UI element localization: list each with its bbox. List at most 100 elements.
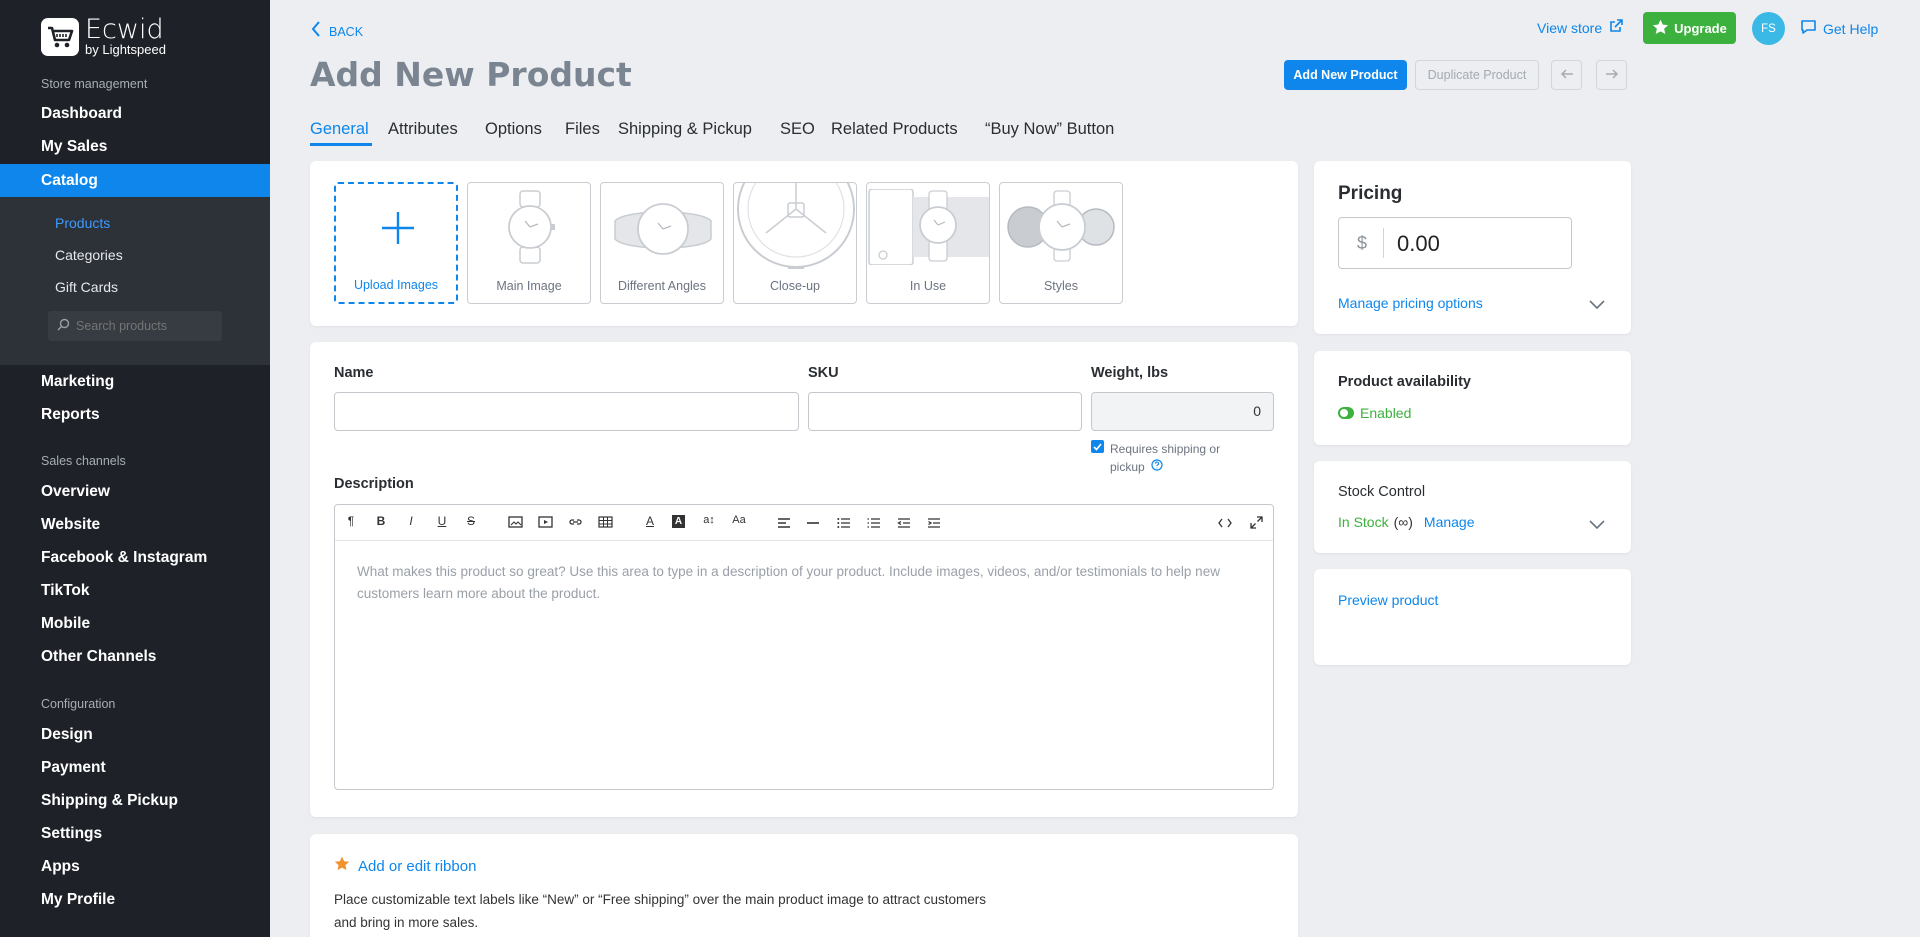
image-slot-styles[interactable]: Styles — [999, 182, 1123, 304]
tab-shipping-pickup[interactable]: Shipping & Pickup — [618, 120, 752, 139]
sidebar-item-payment[interactable]: Payment — [41, 759, 106, 777]
upgrade-label: Upgrade — [1674, 20, 1727, 36]
sidebar-item-products[interactable]: Products — [55, 215, 110, 231]
name-label: Name — [334, 365, 374, 381]
sidebar-item-overview[interactable]: Overview — [41, 483, 110, 501]
stock-chevron-down-icon[interactable] — [1589, 517, 1605, 535]
underline-icon[interactable]: U — [434, 514, 450, 528]
sidebar-item-design[interactable]: Design — [41, 726, 93, 744]
name-input[interactable] — [334, 392, 799, 431]
text-color-icon[interactable]: A — [642, 514, 658, 528]
requires-shipping-checkbox[interactable] — [1091, 440, 1104, 453]
sidebar-item-other-channels[interactable]: Other Channels — [41, 648, 156, 666]
requires-shipping-line1: Requires shipping or — [1110, 442, 1221, 456]
image-icon[interactable] — [507, 516, 523, 531]
sidebar-item-my-profile[interactable]: My Profile — [41, 891, 115, 909]
sidebar-item-reports[interactable]: Reports — [41, 406, 100, 424]
search-products-input[interactable] — [76, 319, 216, 333]
sidebar-item-settings[interactable]: Settings — [41, 825, 102, 843]
active-tab-indicator — [310, 143, 372, 146]
view-store-link[interactable]: View store — [1537, 19, 1623, 36]
weight-input[interactable]: 0 — [1091, 392, 1274, 431]
tab-files[interactable]: Files — [565, 120, 600, 139]
preview-product-link[interactable]: Preview product — [1338, 592, 1438, 608]
sku-input[interactable] — [808, 392, 1082, 431]
strikethrough-icon[interactable]: S — [463, 514, 479, 528]
sidebar-item-categories[interactable]: Categories — [55, 247, 123, 263]
italic-icon[interactable]: I — [403, 514, 419, 528]
duplicate-product-button[interactable]: Duplicate Product — [1415, 60, 1539, 90]
add-new-product-button[interactable]: Add New Product — [1284, 60, 1407, 90]
view-store-label: View store — [1537, 19, 1603, 36]
check-icon — [1093, 438, 1102, 456]
text-case-icon[interactable]: Aa — [731, 514, 747, 526]
sidebar-search[interactable] — [48, 311, 222, 341]
numbered-list-icon[interactable] — [866, 517, 882, 531]
font-size-icon[interactable]: a↕ — [701, 514, 717, 526]
sidebar-item-website[interactable]: Website — [41, 516, 100, 534]
outdent-icon[interactable] — [896, 517, 912, 531]
bulleted-list-icon[interactable] — [836, 517, 852, 531]
sidebar-item-shipping-pickup[interactable]: Shipping & Pickup — [41, 792, 178, 810]
upgrade-button[interactable]: Upgrade — [1643, 12, 1736, 44]
ribbon-text-line2: and bring in more sales. — [334, 915, 479, 930]
requires-shipping-line2: pickup — [1110, 460, 1145, 474]
link-icon[interactable] — [567, 516, 583, 531]
sidebar-item-tiktok[interactable]: TikTok — [41, 582, 90, 600]
fullscreen-icon[interactable] — [1248, 516, 1264, 532]
description-input[interactable]: What makes this product so great? Use th… — [357, 561, 1237, 605]
ecwid-logo[interactable]: Ecwid by Lightspeed — [41, 16, 166, 57]
manage-pricing-link[interactable]: Manage pricing options — [1338, 295, 1483, 311]
sidebar-item-apps[interactable]: Apps — [41, 858, 80, 876]
prev-product-button[interactable] — [1551, 60, 1582, 90]
sidebar-item-dashboard[interactable]: Dashboard — [41, 105, 122, 123]
bold-icon[interactable]: B — [373, 514, 389, 528]
preview-card — [1314, 569, 1631, 665]
get-help-link[interactable]: Get Help — [1800, 19, 1878, 38]
table-icon[interactable] — [597, 516, 613, 531]
paragraph-icon[interactable]: ¶ — [343, 514, 359, 528]
image-slot-main[interactable]: Main Image — [467, 182, 591, 304]
tab-seo[interactable]: SEO — [780, 120, 815, 139]
arrow-left-icon — [1560, 66, 1574, 84]
sidebar-item-facebook-instagram[interactable]: Facebook & Instagram — [41, 549, 207, 567]
back-link[interactable]: BACK — [311, 21, 363, 42]
code-view-icon[interactable] — [1217, 517, 1233, 531]
horizontal-rule-icon[interactable] — [805, 517, 821, 531]
section-sales-channels: Sales channels — [41, 454, 126, 468]
availability-toggle[interactable]: Enabled — [1338, 405, 1411, 421]
add-ribbon-link[interactable]: Add or edit ribbon — [334, 856, 476, 876]
stock-status: In Stock — [1338, 514, 1389, 530]
sidebar-item-marketing[interactable]: Marketing — [41, 373, 114, 391]
avatar[interactable]: FS — [1752, 12, 1785, 45]
description-editor: What makes this product so great? Use th… — [334, 504, 1274, 790]
price-input[interactable]: $ 0.00 — [1338, 217, 1572, 269]
tab-options[interactable]: Options — [485, 120, 542, 139]
image-slot-angles[interactable]: Different Angles — [600, 182, 724, 304]
stock-title: Stock Control — [1338, 484, 1426, 500]
background-color-icon[interactable]: A — [672, 515, 685, 528]
ribbon-star-icon — [334, 856, 350, 876]
indent-icon[interactable] — [926, 517, 942, 531]
tab-buy-now-button[interactable]: “Buy Now” Button — [985, 120, 1114, 139]
video-icon[interactable] — [537, 516, 553, 531]
image-slot-closeup[interactable]: Close-up — [733, 182, 857, 304]
image-slot-in-use[interactable]: In Use — [866, 182, 990, 304]
tab-attributes[interactable]: Attributes — [388, 120, 458, 139]
sidebar-item-gift-cards[interactable]: Gift Cards — [55, 279, 118, 295]
sidebar-item-my-sales[interactable]: My Sales — [41, 138, 107, 156]
chevron-down-icon[interactable] — [1589, 297, 1605, 315]
tab-related-products[interactable]: Related Products — [831, 120, 958, 139]
external-link-icon — [1609, 19, 1623, 36]
next-product-button[interactable] — [1596, 60, 1627, 90]
upload-images-button[interactable]: Upload Images — [334, 182, 458, 304]
help-circle-icon[interactable] — [1151, 458, 1163, 476]
sidebar-item-mobile[interactable]: Mobile — [41, 615, 90, 633]
section-configuration: Configuration — [41, 697, 116, 711]
requires-shipping-text: Requires shipping or pickup — [1110, 440, 1220, 476]
align-icon[interactable] — [776, 517, 792, 531]
sidebar-item-catalog[interactable]: Catalog — [0, 164, 270, 197]
stock-infinite: (∞) — [1393, 514, 1413, 530]
stock-manage-link[interactable]: Manage — [1424, 514, 1475, 530]
tab-general[interactable]: General — [310, 120, 369, 139]
